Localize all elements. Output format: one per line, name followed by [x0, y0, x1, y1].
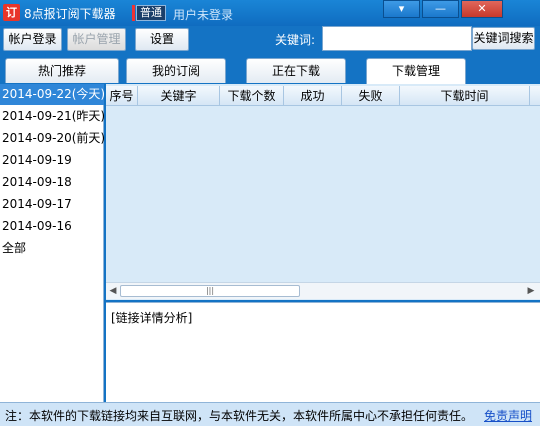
column-header-failed[interactable]: 失败	[342, 86, 400, 106]
column-header-keyword[interactable]: 关键字	[138, 86, 220, 106]
settings-button[interactable]: 设置	[135, 28, 189, 51]
date-item[interactable]: 2014-09-16	[0, 216, 104, 237]
column-header-index[interactable]: 序号	[106, 86, 138, 106]
date-item[interactable]: 2014-09-18	[0, 172, 104, 193]
mode-flag-icon	[132, 5, 135, 21]
date-item-yesterday[interactable]: 2014-09-21(昨天)	[0, 106, 105, 127]
login-status: 用户未登录	[173, 8, 234, 22]
date-item-today[interactable]: 2014-09-22(今天)	[0, 84, 105, 105]
table-header: 序号 关键字 下载个数 成功 失败 下载时间	[106, 86, 540, 106]
footer-notice: 注：本软件的下载链接均来自互联网，与本软件无关，本软件所属中心不承担任何责任。	[5, 409, 474, 423]
mode-badge[interactable]: 普通	[136, 5, 166, 21]
minimize-button[interactable]: —	[422, 0, 459, 18]
keyword-input[interactable]	[322, 26, 472, 51]
dropdown-menu-button[interactable]: ▾	[383, 0, 420, 18]
column-header-count[interactable]: 下载个数	[220, 86, 284, 106]
window-title: 8点报订阅下载器	[24, 7, 116, 21]
scroll-thumb[interactable]: |||	[120, 285, 300, 297]
date-item[interactable]: 2014-09-19	[0, 150, 104, 171]
keyword-search-button[interactable]: 关键词搜索	[472, 27, 535, 50]
link-detail-label: [链接详情分析]	[111, 311, 193, 325]
date-item[interactable]: 2014-09-17	[0, 194, 104, 215]
keyword-label: 关键词:	[275, 33, 316, 47]
tab-my-subscriptions[interactable]: 我的订阅	[126, 58, 226, 83]
title-bar: 订 8点报订阅下载器 普通 用户未登录 ▾ — ✕	[0, 0, 540, 26]
horizontal-scrollbar[interactable]: ◀ ||| ▶	[106, 282, 540, 299]
date-list: 2014-09-22(今天) 2014-09-21(昨天) 2014-09-20…	[0, 84, 105, 402]
tab-download-manager[interactable]: 下载管理	[366, 58, 466, 85]
tab-hot-recommend[interactable]: 热门推荐	[5, 58, 119, 83]
disclaimer-link[interactable]: 免责声明	[484, 407, 532, 424]
column-header-success[interactable]: 成功	[284, 86, 342, 106]
account-manage-button[interactable]: 帐户管理	[67, 28, 126, 51]
download-table[interactable]: 序号 关键字 下载个数 成功 失败 下载时间 ◀ ||| ▶	[106, 84, 540, 300]
tab-downloading[interactable]: 正在下载	[246, 58, 346, 83]
scroll-right-icon[interactable]: ▶	[526, 285, 536, 297]
date-item-all[interactable]: 全部	[0, 238, 104, 259]
date-item-day-before[interactable]: 2014-09-20(前天)	[0, 128, 105, 149]
account-login-button[interactable]: 帐户登录	[3, 28, 62, 51]
app-logo-icon: 订	[3, 4, 20, 21]
column-header-time[interactable]: 下载时间	[400, 86, 530, 106]
scroll-left-icon[interactable]: ◀	[108, 285, 118, 297]
footer-bar: 注：本软件的下载链接均来自互联网，与本软件无关，本软件所属中心不承担任何责任。 …	[0, 402, 540, 426]
close-button[interactable]: ✕	[461, 0, 503, 18]
link-detail-pane: [链接详情分析]	[106, 302, 540, 402]
